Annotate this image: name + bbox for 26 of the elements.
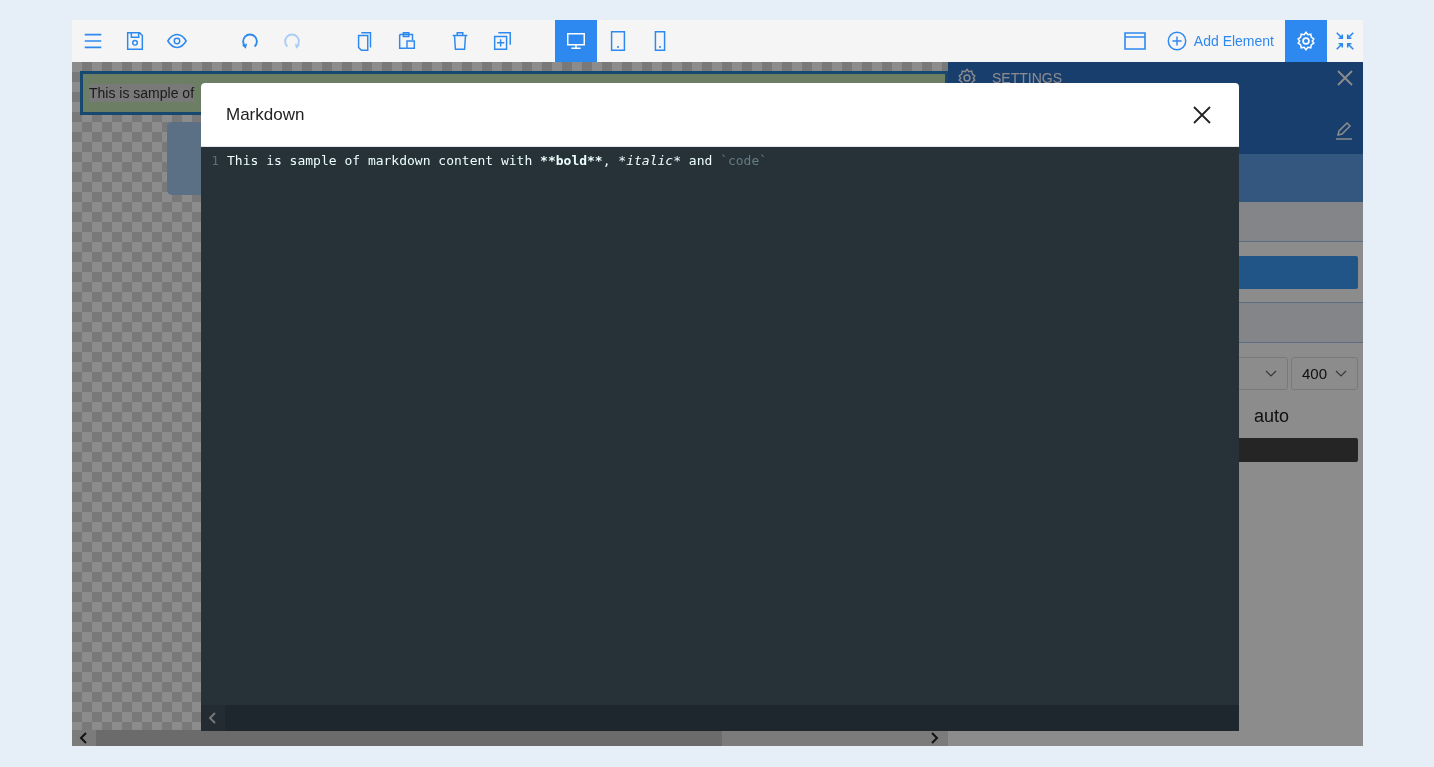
close-icon[interactable] <box>1193 105 1211 124</box>
scrollbar[interactable] <box>201 705 1239 731</box>
collapse-icon <box>1334 30 1356 52</box>
value-text: auto <box>1254 406 1290 426</box>
pencil-icon[interactable] <box>1335 122 1353 140</box>
line-number: 1 <box>210 152 219 170</box>
plus-circle-icon <box>1165 30 1188 52</box>
chevron-down-icon <box>1335 369 1347 378</box>
floppy-disk-icon <box>124 30 146 52</box>
scrollbar-thumb[interactable] <box>96 730 722 746</box>
code-editor[interactable]: 1 This is sample of markdown content with **bold**, *italic* and `code` <box>201 147 1239 705</box>
desktop-icon <box>565 30 587 52</box>
settings-icon <box>1295 30 1317 52</box>
weight-select[interactable]: 400 <box>1290 357 1358 390</box>
scroll-left-icon[interactable] <box>201 705 225 731</box>
panel-title: SETTINGS <box>992 70 1063 86</box>
element-text: This is sample of <box>89 84 195 102</box>
add-element-button[interactable]: Add Element <box>1155 20 1285 62</box>
paste-icon <box>396 30 418 52</box>
dialog-title: Markdown <box>226 104 306 125</box>
chevron-down-icon <box>1264 369 1277 378</box>
settings-button[interactable] <box>1285 20 1327 62</box>
window-icon <box>1122 29 1147 53</box>
code-line: This is sample of markdown content with **bold**, *italic* and `code` <box>227 152 768 170</box>
duplicate-icon <box>491 30 513 52</box>
desktop-view-button[interactable] <box>555 20 597 62</box>
